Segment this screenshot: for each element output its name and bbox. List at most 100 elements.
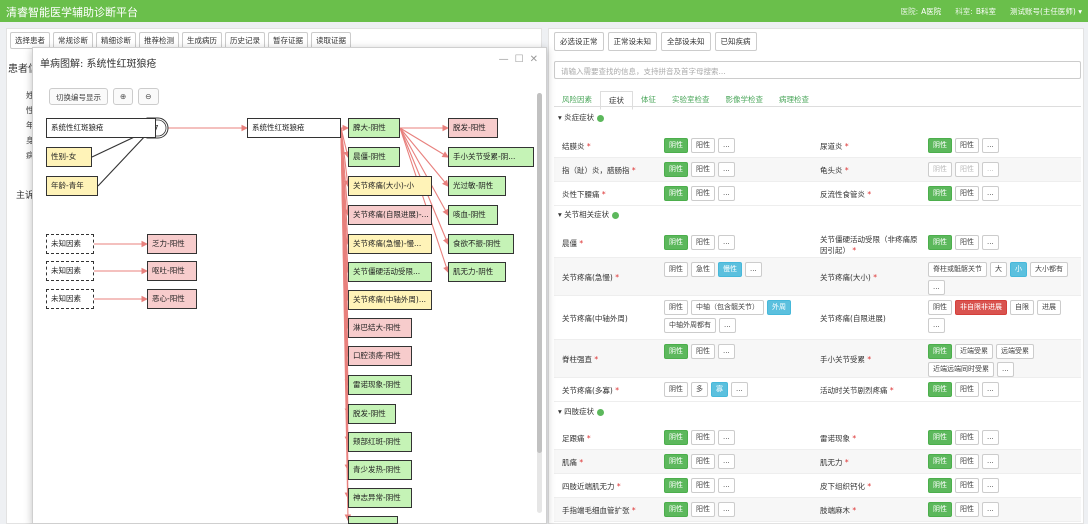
diagram-node[interactable]: 咳血-阴性 [448, 205, 498, 225]
diagram-node[interactable]: 系统性红斑狼疮 [46, 118, 156, 138]
diagram-node[interactable]: 脱发-阴性 [348, 404, 396, 424]
option-button[interactable]: ... [982, 478, 999, 493]
option-button[interactable]: 阴性 [928, 502, 952, 517]
diagram-node[interactable]: 脾大-阴性 [348, 118, 400, 138]
option-button[interactable]: 阳性 [955, 382, 979, 397]
tab-4[interactable]: 影像学检查 [718, 91, 772, 110]
option-button[interactable]: ... [745, 262, 762, 277]
quick-set-button[interactable]: 正常设未知 [607, 32, 657, 51]
option-button[interactable]: 阴性 [928, 430, 952, 445]
option-button[interactable]: ... [718, 430, 735, 445]
tab-2[interactable]: 体征 [633, 91, 664, 110]
option-button[interactable]: 小 [1010, 262, 1027, 277]
option-button[interactable]: 阴性 [664, 138, 688, 153]
option-button[interactable]: ... [928, 280, 945, 295]
option-button[interactable]: ... [997, 362, 1014, 377]
option-button[interactable]: ... [982, 186, 999, 201]
option-button[interactable]: 阳性 [691, 478, 715, 493]
option-button[interactable]: 阴性 [664, 454, 688, 469]
option-button[interactable]: 阳性 [691, 454, 715, 469]
option-button[interactable]: 阳性 [691, 344, 715, 359]
option-button[interactable]: 阳性 [691, 235, 715, 250]
option-button[interactable]: ... [928, 318, 945, 333]
option-button[interactable]: 阴性 [928, 186, 952, 201]
option-button[interactable]: 阴性 [928, 300, 952, 315]
option-button[interactable]: 阳性 [691, 502, 715, 517]
option-button[interactable]: 阳性 [955, 430, 979, 445]
zoom-out-button[interactable]: ⊖ [138, 88, 159, 105]
option-button[interactable]: 阴性 [664, 186, 688, 201]
option-button[interactable]: 阳性 [955, 502, 979, 517]
diagram-node[interactable]: 神志异常-阴性 [348, 488, 412, 508]
option-button[interactable]: 近端受累 [955, 344, 993, 359]
diagram-node[interactable]: 未知因素 [46, 234, 94, 254]
option-button[interactable]: 阴性 [928, 382, 952, 397]
option-button[interactable]: ... [982, 138, 999, 153]
section-header[interactable]: ▾ 关节相关症状 [558, 209, 620, 220]
diagram-node[interactable]: 关节疼痛(大小)-小 [348, 176, 432, 196]
diagram-node[interactable]: 年龄-青年 [46, 176, 98, 196]
account-menu[interactable]: 测试账号(主任医师) ▾ [1010, 6, 1082, 17]
tab-5[interactable]: 病理检查 [771, 91, 817, 110]
option-button[interactable]: 阴性 [664, 162, 688, 177]
option-button[interactable]: 阳性 [691, 162, 715, 177]
option-button[interactable]: 阴性 [928, 478, 952, 493]
option-button[interactable]: 阴性 [664, 430, 688, 445]
option-button[interactable]: 大小都有 [1030, 262, 1068, 277]
option-button[interactable]: 阴性 [664, 344, 688, 359]
option-button[interactable]: 非自限非进展 [955, 300, 1007, 315]
tab-0[interactable]: 风险因素 [554, 91, 600, 110]
search-input[interactable]: 请输入需要查找的信息，支持拼音及首字母搜索... [554, 61, 1081, 79]
toggle-numbering-button[interactable]: 切换编号显示 [49, 88, 108, 105]
diagram-node[interactable]: 食欲不振-阴性 [448, 234, 514, 254]
option-button[interactable]: 阴性 [664, 262, 688, 277]
quick-set-button[interactable]: 全部设未知 [661, 32, 711, 51]
diagram-node[interactable]: 口腔溃疡-阳性 [348, 346, 412, 366]
diagram-node[interactable]: 手小关节受累-阴... [448, 147, 534, 167]
diagram-node[interactable]: 光过敏-阴性 [448, 176, 506, 196]
section-header[interactable]: ▾ 炎症症状 [558, 112, 605, 123]
diagram-node[interactable]: 关节疼痛(中轴外周)... [348, 290, 432, 310]
option-button[interactable]: 大 [990, 262, 1007, 277]
option-button[interactable]: 阳性 [955, 138, 979, 153]
diagram-node[interactable]: 乏力-阳性 [147, 234, 197, 254]
option-button[interactable]: 远端受累 [996, 344, 1034, 359]
option-button[interactable]: 脊柱或骶髂关节 [928, 262, 987, 277]
diagram-node[interactable]: 脱发-阳性 [448, 118, 498, 138]
diagram-node[interactable]: 雷诺现象-阴性 [348, 375, 412, 395]
option-button[interactable]: 中轴外周都有 [664, 318, 716, 333]
option-button[interactable]: 外周 [767, 300, 791, 315]
option-button[interactable]: 急性 [691, 262, 715, 277]
option-button[interactable]: ... [718, 478, 735, 493]
option-button[interactable]: ... [982, 502, 999, 517]
option-button[interactable]: 阳性 [955, 235, 979, 250]
option-button[interactable]: 阳性 [955, 454, 979, 469]
tab-1[interactable]: 症状 [600, 91, 633, 110]
diagram-node[interactable]: 未知因素 [46, 261, 94, 281]
quick-set-button[interactable]: 必选设正常 [554, 32, 604, 51]
option-button[interactable]: 多 [691, 382, 708, 397]
diagram-node[interactable]: 系统性红斑狼疮 [247, 118, 341, 138]
quick-set-button[interactable]: 已知疾病 [714, 32, 757, 51]
option-button[interactable]: 阴性 [664, 235, 688, 250]
diagram-node[interactable]: 呕吐-阳性 [147, 261, 197, 281]
option-button[interactable]: 中轴（包含髋关节） [691, 300, 764, 315]
option-button[interactable]: 阳性 [691, 186, 715, 201]
option-button[interactable]: ... [731, 382, 748, 397]
option-button[interactable]: 阴性 [928, 344, 952, 359]
diagram-node[interactable]: 肌无力-阴性 [448, 262, 506, 282]
option-button[interactable]: 自限 [1010, 300, 1034, 315]
option-button[interactable]: 寡 [711, 382, 728, 397]
diagram-node[interactable]: 恶心-阳性 [147, 289, 197, 309]
option-button[interactable]: 进展 [1037, 300, 1061, 315]
option-button[interactable]: ... [982, 235, 999, 250]
section-header[interactable]: ▾ 四肢症状 [558, 406, 605, 417]
diagram-node[interactable]: 关节疼痛(自限进展)-... [348, 205, 432, 225]
option-button[interactable]: 阳性 [955, 478, 979, 493]
option-button[interactable]: 阴性 [928, 454, 952, 469]
diagram-node[interactable]: 青少发热-阴性 [348, 460, 412, 480]
diagram-node[interactable]: 关节僵硬活动受限... [348, 262, 432, 282]
diagram-node[interactable] [348, 516, 398, 524]
option-button[interactable]: ... [718, 186, 735, 201]
option-button[interactable]: 阴性 [664, 478, 688, 493]
